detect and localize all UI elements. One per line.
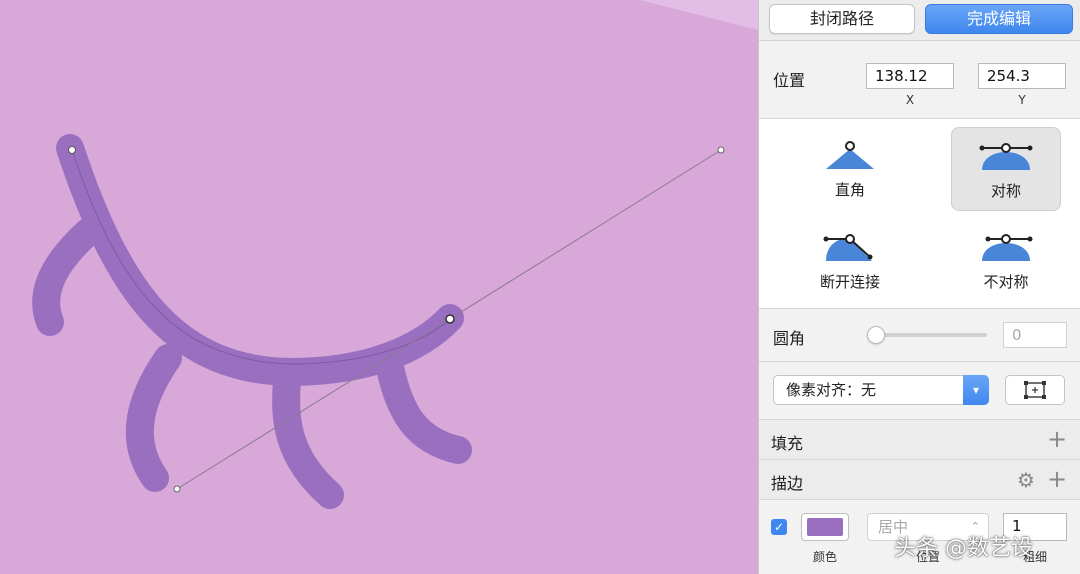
- corner-radius-section: 圆角 0: [759, 309, 1080, 362]
- fill-label: 填充: [771, 434, 804, 453]
- bezier-handle-start[interactable]: [173, 485, 181, 493]
- border-color-swatch: [807, 518, 843, 536]
- position-label: 位置: [773, 71, 806, 90]
- lash-stroke-left[interactable]: [32, 218, 102, 336]
- lash-stroke-2[interactable]: [272, 358, 344, 509]
- corner-radius-field[interactable]: 0: [1003, 322, 1067, 348]
- add-fill-plus-icon[interactable]: +: [1047, 427, 1067, 451]
- asymmetric-node-icon: [982, 234, 1033, 261]
- node-type-section: 直角 对称 断开连接 不对称: [759, 119, 1080, 309]
- background-shape: [640, 0, 758, 30]
- corner-radius-label: 圆角: [773, 329, 806, 348]
- app-window: 封闭路径 完成编辑 位置 138.12 254.3 X Y 直角 对称 断开连接…: [0, 0, 1080, 574]
- bezier-handle-end[interactable]: [717, 146, 725, 154]
- pixel-align-value: 像素对齐：无: [786, 381, 877, 399]
- border-enabled-checkbox[interactable]: ✓: [771, 519, 787, 535]
- selected-eye-path[interactable]: [56, 134, 464, 387]
- vector-artwork[interactable]: [0, 0, 758, 574]
- color-caption: 颜色: [812, 550, 837, 564]
- add-border-plus-icon[interactable]: +: [1047, 467, 1067, 491]
- y-field[interactable]: 254.3: [978, 63, 1066, 89]
- x-field[interactable]: 138.12: [866, 63, 954, 89]
- node-type-label: 对称: [990, 182, 1021, 200]
- border-label: 描边: [771, 474, 804, 493]
- fill-section-header: 填充 +: [759, 420, 1080, 460]
- node-type-disconnected[interactable]: 断开连接: [795, 219, 905, 303]
- path-toolbar: 封闭路径 完成编辑: [759, 0, 1080, 41]
- x-caption: X: [905, 93, 915, 107]
- node-type-label: 直角: [834, 181, 865, 199]
- chevron-down-icon: ▾: [963, 375, 989, 405]
- corner-radius-slider-knob[interactable]: [867, 326, 885, 344]
- node-type-label: 断开连接: [819, 273, 880, 291]
- position-section: 位置 138.12 254.3 X Y: [759, 41, 1080, 119]
- pixel-align-icon: [1024, 381, 1046, 399]
- corner-radius-slider[interactable]: [867, 333, 987, 337]
- disconnected-node-icon: [823, 234, 873, 261]
- anchor-point-selected[interactable]: [445, 314, 455, 324]
- y-caption: Y: [1018, 93, 1026, 107]
- node-type-corner[interactable]: 直角: [795, 127, 905, 211]
- node-type-label: 不对称: [983, 273, 1029, 291]
- lash-stroke-1[interactable]: [125, 344, 182, 492]
- watermark-text: 头条 @数艺设: [894, 536, 1033, 561]
- border-color-well[interactable]: [801, 513, 849, 541]
- pixel-align-button[interactable]: [1005, 375, 1065, 405]
- finish-editing-button[interactable]: 完成编辑: [925, 4, 1073, 34]
- corner-node-icon: [826, 141, 874, 169]
- node-type-mirrored[interactable]: 对称: [951, 127, 1061, 211]
- gear-icon[interactable]: ⚙: [1017, 470, 1035, 490]
- inspector-panel: 封闭路径 完成编辑 位置 138.12 254.3 X Y 直角 对称 断开连接…: [758, 0, 1080, 574]
- mirrored-node-icon: [979, 143, 1033, 170]
- anchor-point-start[interactable]: [68, 146, 76, 154]
- pixel-align-select[interactable]: 像素对齐：无 ▾: [773, 375, 989, 405]
- border-section-header: 描边 ⚙ +: [759, 460, 1080, 500]
- drawing-canvas[interactable]: [0, 0, 758, 574]
- close-path-button[interactable]: 封闭路径: [769, 4, 915, 34]
- pixel-align-section: 像素对齐：无 ▾: [759, 362, 1080, 420]
- node-type-asymmetric[interactable]: 不对称: [951, 219, 1061, 303]
- lash-stroke-3[interactable]: [376, 354, 472, 464]
